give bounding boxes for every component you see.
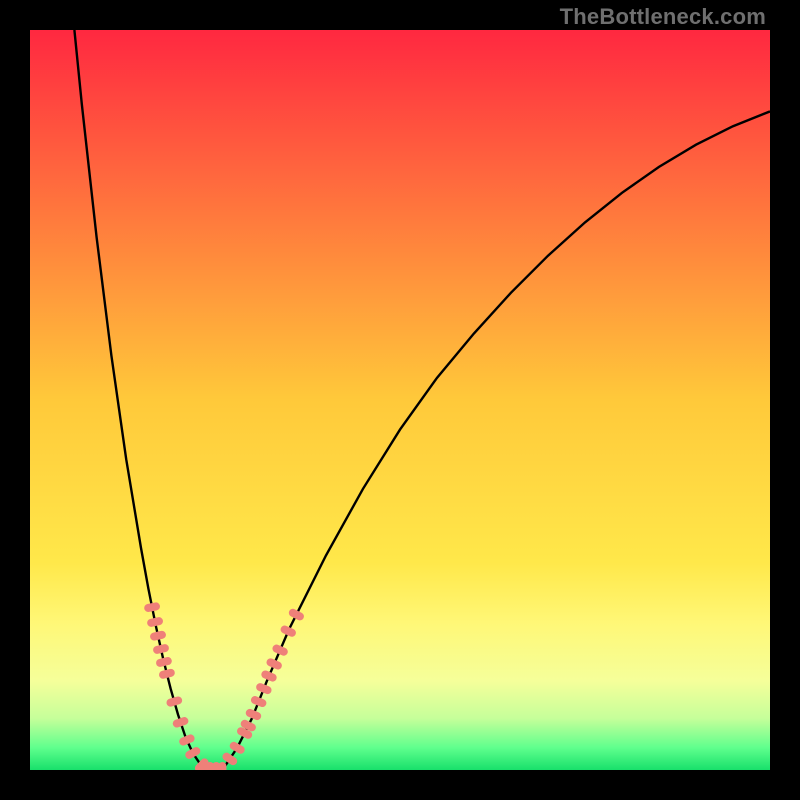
data-marker: [287, 607, 305, 621]
data-marker: [184, 746, 202, 761]
data-marker: [178, 733, 196, 747]
data-marker: [265, 657, 283, 671]
curve-right: [222, 111, 770, 770]
data-marker: [228, 740, 246, 755]
data-marker: [218, 762, 226, 770]
data-marker: [250, 695, 268, 708]
data-marker: [245, 708, 263, 722]
data-marker: [255, 682, 273, 695]
data-marker: [149, 630, 166, 641]
outer-frame: TheBottleneck.com: [0, 0, 800, 800]
curve-left: [74, 30, 207, 770]
data-marker: [143, 602, 160, 613]
data-marker: [155, 656, 172, 667]
data-marker: [279, 624, 297, 638]
data-marker: [146, 616, 163, 627]
data-marker: [260, 669, 278, 683]
plot-area: [30, 30, 770, 770]
data-marker: [152, 643, 169, 654]
curve-layer: [30, 30, 770, 770]
marker-group: [143, 602, 305, 770]
data-marker: [158, 668, 175, 680]
data-marker: [271, 643, 289, 657]
watermark-text: TheBottleneck.com: [560, 4, 766, 30]
data-marker: [172, 716, 190, 729]
